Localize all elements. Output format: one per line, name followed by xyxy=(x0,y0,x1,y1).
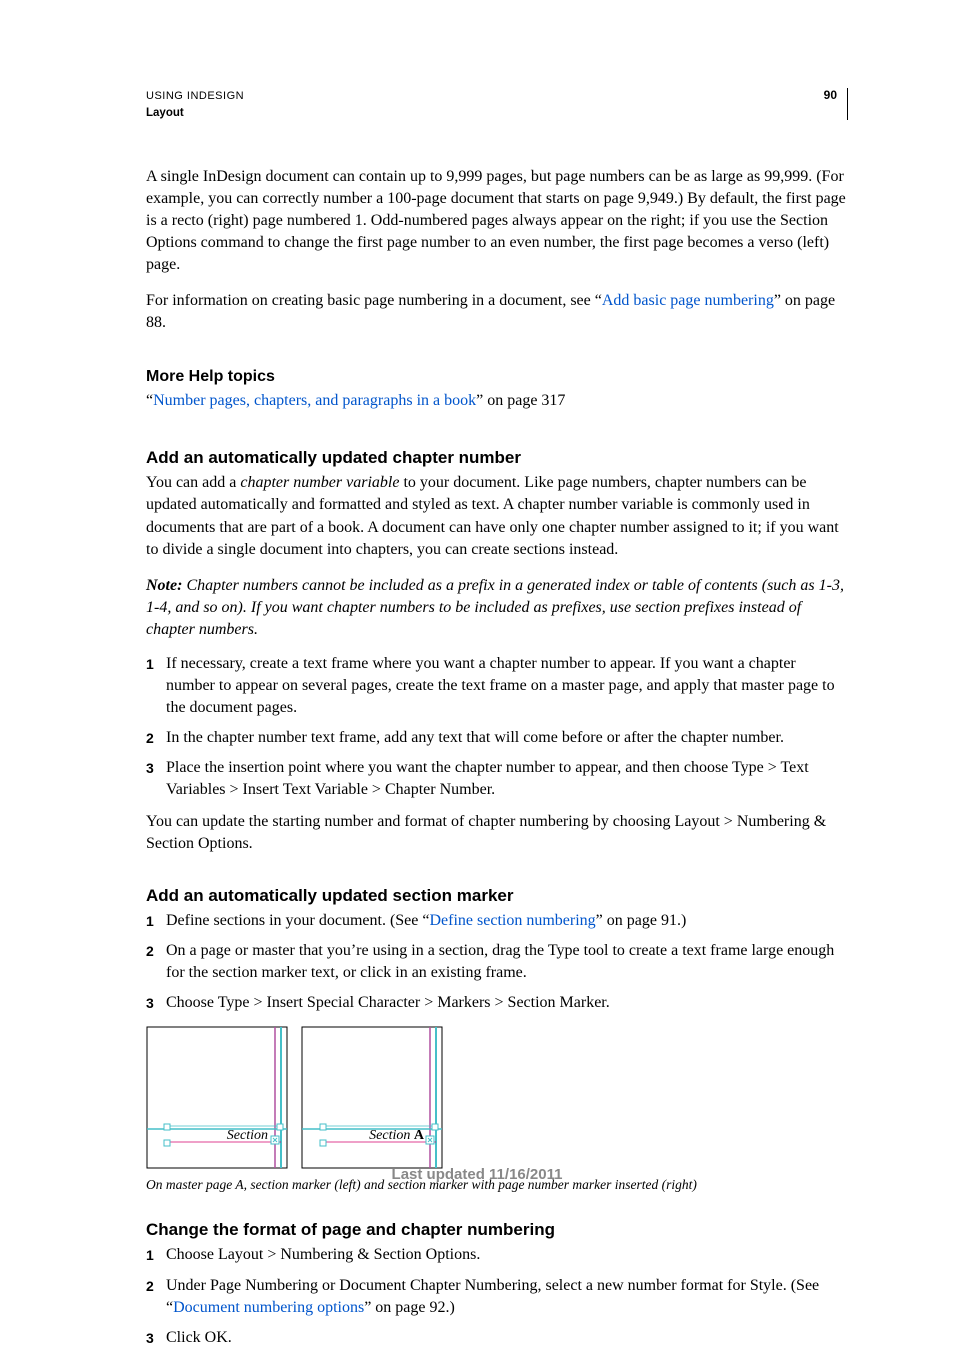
step-number: 3 xyxy=(146,994,166,1013)
step-3: 3Place the insertion point where you wan… xyxy=(146,757,848,801)
text: ” on page 317 xyxy=(476,392,565,409)
change-format-section: Change the format of page and chapter nu… xyxy=(146,1220,848,1348)
chapter-steps: 1If necessary, create a text frame where… xyxy=(146,653,848,801)
text: For information on creating basic page n… xyxy=(146,292,602,309)
more-help-link-line: “Number pages, chapters, and paragraphs … xyxy=(146,390,848,412)
figure-illustration-icon: Section Section A xyxy=(146,1026,446,1170)
section-title: Layout xyxy=(146,105,244,122)
document-page: USING INDESIGN Layout 90 A single InDesi… xyxy=(0,0,954,1235)
intro-paragraph-2: For information on creating basic page n… xyxy=(146,290,848,334)
step-1: 1Define sections in your document. (See … xyxy=(146,910,848,932)
step-number: 1 xyxy=(146,912,166,931)
format-heading: Change the format of page and chapter nu… xyxy=(146,1220,848,1240)
chapter-paragraph-1: You can add a chapter number variable to… xyxy=(146,472,848,560)
chapter-paragraph-2: You can update the starting number and f… xyxy=(146,811,848,855)
note-body: Chapter numbers cannot be included as a … xyxy=(146,577,844,638)
section-marker-steps: 1Define sections in your document. (See … xyxy=(146,910,848,1014)
text: ” on page 91.) xyxy=(596,912,687,929)
text: Define sections in your document. (See “ xyxy=(166,912,429,929)
section-marker-section: Add an automatically updated section mar… xyxy=(146,886,848,1195)
step-text: Choose Layout > Numbering & Section Opti… xyxy=(166,1244,848,1266)
chapter-note: Note: Chapter numbers cannot be included… xyxy=(146,575,848,641)
svg-text:Section A: Section A xyxy=(369,1128,425,1143)
section-marker-heading: Add an automatically updated section mar… xyxy=(146,886,848,906)
step-text: In the chapter number text frame, add an… xyxy=(166,727,848,749)
svg-text:Section: Section xyxy=(227,1128,268,1143)
chapter-heading: Add an automatically updated chapter num… xyxy=(146,448,848,468)
more-help-heading: More Help topics xyxy=(146,368,848,386)
chapter-variable-term: chapter number variable xyxy=(240,474,399,491)
more-help-section: More Help topics “Number pages, chapters… xyxy=(146,368,848,412)
section-marker-figure: Section Section A xyxy=(146,1026,848,1170)
text: ” on page 92.) xyxy=(364,1299,455,1316)
page-number: 90 xyxy=(824,88,848,120)
chapter-number-section: Add an automatically updated chapter num… xyxy=(146,448,848,855)
number-pages-chapters-link[interactable]: Number pages, chapters, and paragraphs i… xyxy=(153,392,476,409)
step-number: 2 xyxy=(146,729,166,748)
note-label: Note: xyxy=(146,577,182,594)
intro-paragraph-1: A single InDesign document can contain u… xyxy=(146,166,848,276)
step-2: 2Under Page Numbering or Document Chapte… xyxy=(146,1275,848,1319)
step-number: 2 xyxy=(146,942,166,961)
step-text: On a page or master that you’re using in… xyxy=(166,940,848,984)
format-steps: 1Choose Layout > Numbering & Section Opt… xyxy=(146,1244,848,1348)
step-text: Click OK. xyxy=(166,1327,848,1349)
step-number: 2 xyxy=(146,1277,166,1296)
add-basic-page-numbering-link[interactable]: Add basic page numbering xyxy=(602,292,774,309)
step-text: If necessary, create a text frame where … xyxy=(166,653,848,719)
page-footer: Last updated 11/16/2011 xyxy=(0,1166,954,1183)
step-number: 1 xyxy=(146,655,166,674)
step-3: 3Choose Type > Insert Special Character … xyxy=(146,992,848,1014)
step-2: 2On a page or master that you’re using i… xyxy=(146,940,848,984)
step-number: 1 xyxy=(146,1246,166,1265)
define-section-numbering-link[interactable]: Define section numbering xyxy=(429,912,595,929)
text: You can add a xyxy=(146,474,240,491)
step-text: Place the insertion point where you want… xyxy=(166,757,848,801)
step-text: Define sections in your document. (See “… xyxy=(166,910,848,932)
step-1: 1If necessary, create a text frame where… xyxy=(146,653,848,719)
step-text: Choose Type > Insert Special Character >… xyxy=(166,992,848,1014)
step-3: 3Click OK. xyxy=(146,1327,848,1349)
page-header: USING INDESIGN Layout 90 xyxy=(146,88,848,122)
step-number: 3 xyxy=(146,1329,166,1348)
header-left: USING INDESIGN Layout xyxy=(146,88,244,122)
step-1: 1Choose Layout > Numbering & Section Opt… xyxy=(146,1244,848,1266)
doc-title: USING INDESIGN xyxy=(146,88,244,105)
step-text: Under Page Numbering or Document Chapter… xyxy=(166,1275,848,1319)
step-2: 2In the chapter number text frame, add a… xyxy=(146,727,848,749)
step-number: 3 xyxy=(146,759,166,778)
document-numbering-options-link[interactable]: Document numbering options xyxy=(173,1299,364,1316)
